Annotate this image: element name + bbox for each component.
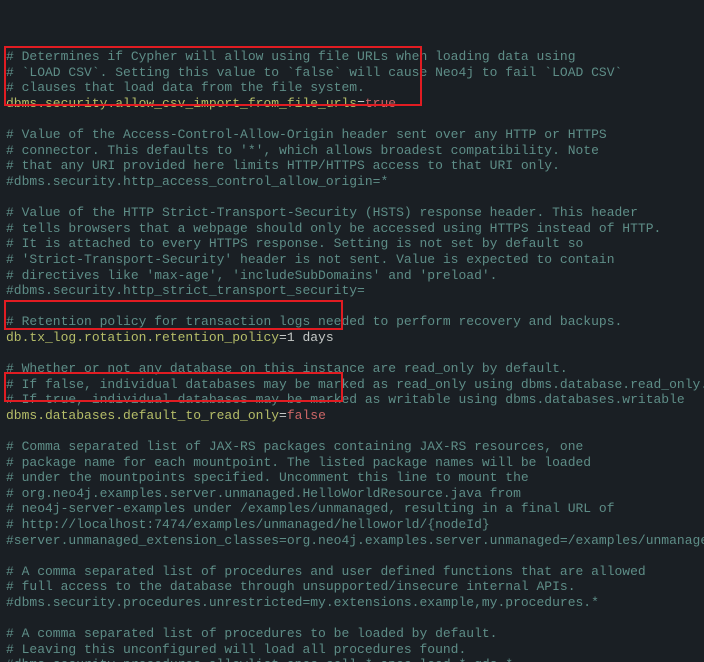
code-line: # Whether or not any database on this in… xyxy=(6,361,698,377)
code-line xyxy=(6,345,698,361)
code-line: # A comma separated list of procedures t… xyxy=(6,626,698,642)
code-line: db.tx_log.rotation.retention_policy=1 da… xyxy=(6,330,698,346)
code-line: #server.unmanaged_extension_classes=org.… xyxy=(6,533,698,549)
code-line: # tells browsers that a webpage should o… xyxy=(6,221,698,237)
code-line: # If true, individual databases may be m… xyxy=(6,392,698,408)
code-line: #dbms.security.http_access_control_allow… xyxy=(6,174,698,190)
code-line: # package name for each mountpoint. The … xyxy=(6,455,698,471)
code-line: # full access to the database through un… xyxy=(6,579,698,595)
code-line: # Retention policy for transaction logs … xyxy=(6,314,698,330)
code-line xyxy=(6,423,698,439)
code-line: # Leaving this unconfigured will load al… xyxy=(6,642,698,658)
code-line: #dbms.security.procedures.unrestricted=m… xyxy=(6,595,698,611)
code-line xyxy=(6,611,698,627)
code-line: # clauses that load data from the file s… xyxy=(6,80,698,96)
code-line: #dbms.security.http_strict_transport_sec… xyxy=(6,283,698,299)
code-line: # `LOAD CSV`. Setting this value to `fal… xyxy=(6,65,698,81)
code-line xyxy=(6,299,698,315)
code-line: # Comma separated list of JAX-RS package… xyxy=(6,439,698,455)
code-line xyxy=(6,112,698,128)
code-line: # 'Strict-Transport-Security' header is … xyxy=(6,252,698,268)
code-line: # Value of the HTTP Strict-Transport-Sec… xyxy=(6,205,698,221)
code-line: #dbms.security.procedures.allowlist=apoc… xyxy=(6,657,698,662)
code-line: # connector. This defaults to '*', which… xyxy=(6,143,698,159)
code-line: # that any URI provided here limits HTTP… xyxy=(6,158,698,174)
code-line: # http://localhost:7474/examples/unmanag… xyxy=(6,517,698,533)
code-line: # neo4j-server-examples under /examples/… xyxy=(6,501,698,517)
code-line: # A comma separated list of procedures a… xyxy=(6,564,698,580)
code-content: # Determines if Cypher will allow using … xyxy=(6,49,698,662)
code-line: # Value of the Access-Control-Allow-Orig… xyxy=(6,127,698,143)
code-line xyxy=(6,548,698,564)
code-line: # directives like 'max-age', 'includeSub… xyxy=(6,268,698,284)
code-editor[interactable]: # Determines if Cypher will allow using … xyxy=(0,0,704,662)
code-line: dbms.databases.default_to_read_only=fals… xyxy=(6,408,698,424)
code-line: dbms.security.allow_csv_import_from_file… xyxy=(6,96,698,112)
code-line: # Determines if Cypher will allow using … xyxy=(6,49,698,65)
code-line xyxy=(6,190,698,206)
code-line: # under the mountpoints specified. Uncom… xyxy=(6,470,698,486)
code-line: # If false, individual databases may be … xyxy=(6,377,698,393)
code-line: # org.neo4j.examples.server.unmanaged.He… xyxy=(6,486,698,502)
code-line: # It is attached to every HTTPS response… xyxy=(6,236,698,252)
